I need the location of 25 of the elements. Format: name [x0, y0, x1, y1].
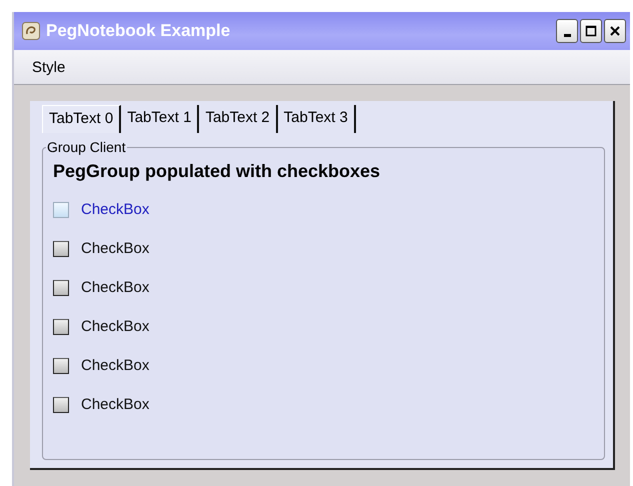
window-title: PegNotebook Example — [46, 21, 232, 41]
minimize-icon — [564, 34, 570, 36]
maximize-button[interactable] — [580, 19, 602, 43]
checkbox-label: CheckBox — [81, 201, 150, 218]
group-title: Group Client — [46, 139, 127, 155]
minimize-button[interactable] — [556, 19, 578, 43]
menu-item[interactable]: Style — [32, 58, 66, 76]
checkbox-label: CheckBox — [81, 279, 150, 296]
checkbox[interactable] — [53, 358, 69, 374]
checkbox-label: CheckBox — [81, 318, 150, 335]
checkbox-label: CheckBox — [81, 357, 150, 374]
close-icon — [609, 25, 621, 37]
checkbox[interactable] — [53, 240, 69, 256]
checkbox[interactable] — [53, 280, 69, 296]
group-heading: PegGroup populated with checkboxes — [53, 161, 382, 182]
tab[interactable]: TabText 0 — [42, 105, 122, 133]
checkbox[interactable] — [53, 396, 69, 412]
checkbox[interactable] — [53, 318, 69, 334]
app-icon — [22, 22, 40, 40]
close-button[interactable] — [604, 19, 626, 43]
checkbox-label: CheckBox — [81, 240, 150, 257]
maximize-icon — [585, 25, 597, 37]
tab[interactable]: TabText 3 — [278, 105, 356, 133]
checkbox-label: CheckBox — [81, 396, 150, 413]
checkbox[interactable] — [53, 202, 69, 218]
